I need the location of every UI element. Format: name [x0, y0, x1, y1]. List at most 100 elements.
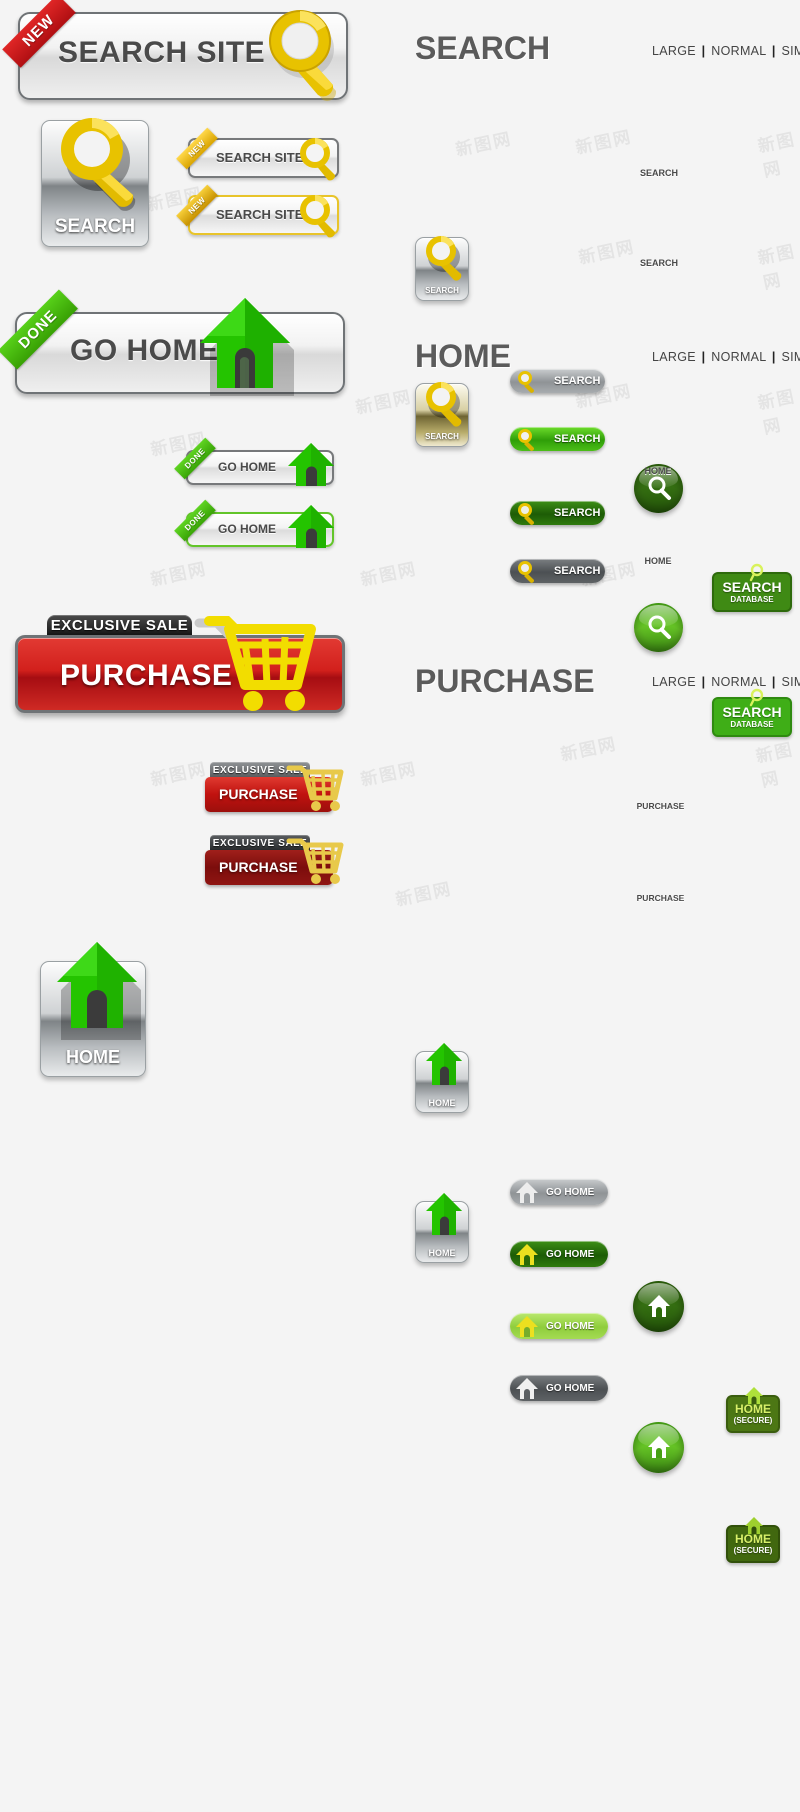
bar-button-search-site-gray[interactable]: SEARCH SITE NEW: [176, 127, 339, 181]
square-label-home: HOME: [66, 1047, 120, 1067]
pill-label-search: SEARCH: [554, 507, 601, 519]
pill-button-search-dark-gray[interactable]: SEARCH: [510, 559, 605, 583]
section-title-search: SEARCH: [415, 30, 551, 66]
square-label-home: HOME: [428, 1248, 456, 1258]
bar-label-search-site: SEARCH SITE: [216, 207, 304, 222]
mode-simple[interactable]: SIMPLE: [781, 44, 800, 58]
section-modes-purchase: LARGE | NORMAL | SIMPLE: [652, 675, 800, 689]
pill-button-go-home-dark-gray[interactable]: GO HOME: [510, 1375, 608, 1401]
pill-button-search-green[interactable]: SEARCH: [510, 427, 605, 451]
magnifier-icon: [300, 195, 336, 238]
section-title-home: HOME: [415, 338, 511, 374]
mode-separator: |: [701, 44, 706, 58]
orb-button-search-green[interactable]: [634, 603, 683, 652]
flat-button-home-secure-2[interactable]: HOME (SECURE): [726, 1517, 780, 1563]
orb-caption-search: SEARCH: [639, 258, 678, 268]
pill-button-go-home-dark-green[interactable]: GO HOME: [510, 1241, 608, 1267]
mode-simple[interactable]: SIMPLE: [781, 675, 800, 689]
mode-separator: |: [771, 44, 776, 58]
house-icon: [288, 505, 334, 548]
bar-button-purchase-dark-red[interactable]: EXCLUSIVE SALE PURCHASE: [205, 835, 345, 895]
bar-label-go-home: GO HOME: [218, 460, 277, 474]
house-icon: [57, 942, 141, 1040]
house-icon: [288, 443, 334, 486]
magnifier-icon: [426, 236, 462, 281]
hero-button-search-site[interactable]: SEARCH SITE NEW: [2, 0, 348, 101]
orb-button-home-dark-green[interactable]: [633, 1281, 684, 1332]
bar-label-go-home: GO HOME: [218, 522, 277, 536]
square-button-home-1[interactable]: HOME: [415, 1043, 469, 1113]
pill-label-go-home: GO HOME: [546, 1320, 595, 1332]
square-button-home-large[interactable]: HOME: [40, 942, 146, 1077]
magnifier-icon: [518, 429, 535, 451]
magnifier-icon: [61, 118, 136, 211]
shopping-cart-icon: [286, 838, 344, 884]
house-icon: [516, 1316, 538, 1337]
mode-large[interactable]: LARGE: [652, 350, 696, 364]
flat-label-secure: (SECURE): [733, 1546, 773, 1555]
hero-button-go-home[interactable]: GO HOME DONE: [0, 289, 345, 396]
flat-button-search-database-dark[interactable]: SEARCH DATABASE: [712, 563, 792, 612]
section-modes-home: LARGE | NORMAL | SIMPLE: [652, 350, 800, 364]
section-title-purchase: PURCHASE: [415, 663, 595, 699]
pill-label-go-home: GO HOME: [546, 1382, 595, 1394]
magnifier-icon: [426, 382, 462, 427]
house-icon: [516, 1182, 538, 1203]
watermark: 新图网: [754, 739, 796, 791]
house-icon: [745, 1387, 763, 1404]
bar-button-go-home-gray[interactable]: GO HOME DONE: [174, 437, 334, 486]
flat-label-home: HOME: [735, 1402, 771, 1416]
house-icon: [648, 1436, 670, 1458]
orb-caption-purchase: PURCHASE: [636, 893, 685, 903]
watermark: 新图网: [559, 734, 619, 765]
watermark: 新图网: [756, 241, 798, 293]
mode-simple[interactable]: SIMPLE: [781, 350, 800, 364]
pill-label-search: SEARCH: [554, 565, 601, 577]
pill-button-go-home-gray[interactable]: GO HOME: [510, 1179, 608, 1205]
square-button-search-gold[interactable]: SEARCH: [415, 382, 469, 447]
watermark: 新图网: [149, 559, 209, 590]
mode-normal[interactable]: NORMAL: [711, 675, 766, 689]
mode-separator: |: [771, 350, 776, 364]
house-icon: [745, 1517, 763, 1534]
mode-normal[interactable]: NORMAL: [711, 350, 766, 364]
house-icon: [648, 1295, 670, 1317]
bar-label-search-site: SEARCH SITE: [216, 150, 304, 165]
section-modes-search: LARGE | NORMAL | SIMPLE: [652, 44, 800, 58]
house-icon: [426, 1043, 462, 1085]
flat-button-search-database-bright[interactable]: SEARCH DATABASE: [712, 688, 792, 737]
bar-button-go-home-green[interactable]: GO HOME DONE: [174, 499, 334, 548]
square-button-search-silver[interactable]: SEARCH: [415, 236, 469, 301]
square-button-search-large[interactable]: SEARCH: [41, 118, 149, 247]
mode-normal[interactable]: NORMAL: [711, 44, 766, 58]
mode-large[interactable]: LARGE: [652, 44, 696, 58]
hero-label-search-site: SEARCH SITE: [58, 36, 266, 69]
square-label-search: SEARCH: [425, 286, 459, 295]
pill-button-search-dark-green[interactable]: SEARCH: [510, 501, 605, 525]
orb-button-home-green[interactable]: [633, 1422, 684, 1473]
flat-button-home-secure-1[interactable]: HOME (SECURE): [726, 1387, 780, 1433]
pill-button-go-home-light-green[interactable]: GO HOME: [510, 1313, 608, 1339]
magnifier-icon: [518, 561, 535, 583]
mode-large[interactable]: LARGE: [652, 675, 696, 689]
bar-button-search-site-gold[interactable]: SEARCH SITE NEW: [176, 184, 339, 238]
tab-exclusive-sale: EXCLUSIVE SALE: [47, 615, 192, 637]
mode-separator: |: [771, 675, 776, 689]
mode-separator: |: [701, 675, 706, 689]
magnifier-icon: [648, 476, 671, 500]
hero-button-purchase[interactable]: EXCLUSIVE SALE PURCHASE: [15, 615, 345, 720]
pill-button-search-gray[interactable]: SEARCH: [510, 369, 605, 393]
flat-label-database: DATABASE: [730, 720, 774, 729]
flat-label-home: HOME: [735, 1532, 771, 1546]
shopping-cart-icon: [32, 1800, 160, 1812]
house-icon: [516, 1378, 538, 1399]
bar-button-purchase-red[interactable]: EXCLUSIVE SALE PURCHASE: [205, 762, 345, 822]
square-button-home-2[interactable]: HOME: [415, 1193, 469, 1263]
orb-caption-home: HOME: [644, 556, 672, 566]
house-icon: [200, 298, 294, 396]
watermark: 新图网: [149, 759, 209, 790]
watermark: 新图网: [454, 129, 514, 160]
mode-separator: |: [701, 350, 706, 364]
magnifier-icon: [648, 615, 671, 639]
pill-label-search: SEARCH: [554, 433, 601, 445]
